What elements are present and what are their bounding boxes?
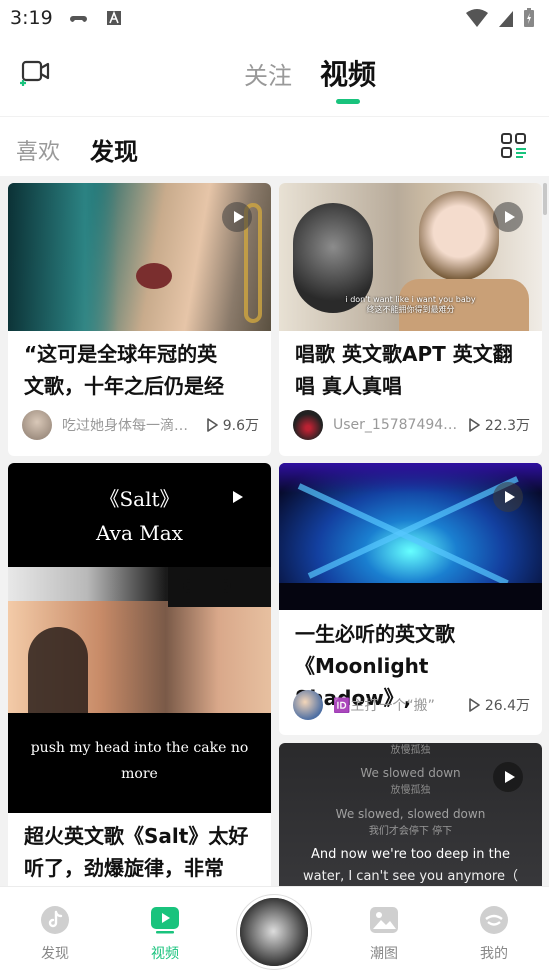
play-icon	[493, 762, 523, 792]
play-count-icon	[206, 418, 218, 432]
tab-follow[interactable]: 关注	[244, 56, 292, 91]
video-thumbnail[interactable]: 放慢孤独 We slowed down 放慢孤独 We slowed, slow…	[279, 743, 542, 886]
nav-video[interactable]: 视频	[135, 905, 195, 963]
tiktok-note-icon	[41, 906, 69, 934]
wifi-icon	[466, 9, 488, 27]
video-thumbnail[interactable]: 《Salt》 Ava Max push my head into the cak…	[8, 463, 271, 813]
lyric-line: water, I can't see you anymore（	[303, 869, 518, 884]
video-meta: 🆔主打一个“搬” 26.4万	[293, 689, 530, 721]
view-count-value: 26.4万	[484, 698, 530, 714]
subtab-like[interactable]: 喜欢	[16, 134, 60, 166]
nav-label: 视频	[151, 946, 179, 962]
lyric-line: 我们才会停下 停下	[368, 826, 453, 837]
avatar[interactable]	[293, 410, 323, 440]
nav-discover[interactable]: 发现	[25, 905, 85, 963]
top-header: 关注 视频	[0, 38, 549, 116]
profile-avatar-button[interactable]	[237, 895, 311, 969]
video-title-line: 唱 真人真唱	[295, 374, 402, 398]
grid-menu-icon[interactable]	[500, 132, 528, 160]
video-card[interactable]: 放慢孤独 We slowed down 放慢孤独 We slowed, slow…	[279, 743, 542, 886]
thumbnail-artist: Ava Max	[96, 521, 183, 545]
image-icon	[370, 907, 398, 933]
thumbnail-lyric: push my head into the cake no more	[30, 740, 249, 782]
lyric-line: 放慢孤独	[390, 745, 431, 756]
view-count-value: 9.6万	[222, 418, 259, 434]
author-name[interactable]: 吃过她身体每一滴…	[62, 415, 200, 435]
avatar[interactable]	[293, 690, 323, 720]
nav-label: 我的	[480, 946, 508, 962]
status-time: 3:19	[10, 7, 53, 29]
video-title-line: 一生必听的英文歌	[295, 622, 455, 646]
camera-add-icon[interactable]	[20, 58, 50, 86]
active-tab-indicator	[336, 99, 360, 104]
play-icon	[233, 491, 243, 503]
caption-en: i don't want like i want you baby	[345, 295, 476, 304]
subtab-discover[interactable]: 发现	[90, 132, 138, 167]
status-bar: 3:19	[0, 0, 549, 38]
view-count-value: 22.3万	[484, 418, 530, 434]
tab-video[interactable]: 视频	[320, 53, 376, 93]
video-meta: User_157874948… 22.3万	[293, 409, 530, 441]
video-thumbnail[interactable]	[8, 183, 271, 331]
play-icon	[493, 482, 523, 512]
scrollbar[interactable]	[543, 183, 547, 215]
play-icon	[222, 202, 252, 232]
author-name[interactable]: User_157874948…	[333, 417, 462, 433]
video-play-icon	[151, 907, 179, 934]
lyric-line: And now we're too deep in the	[311, 847, 510, 862]
video-title-line: 文歌，十年之后仍是经	[24, 374, 224, 398]
view-count: 26.4万	[468, 695, 530, 715]
video-title[interactable]: 超火英文歌《Salt》太好 听了，劲爆旋律，非常	[24, 820, 256, 884]
nav-trend-image[interactable]: 潮图	[354, 905, 414, 963]
video-title-line: 听了，劲爆旋律，非常	[24, 856, 224, 880]
view-count: 9.6万	[206, 415, 259, 435]
video-feed[interactable]: “这可是全球年冠的英 文歌，十年之后仍是经 吃过她身体每一滴… 9.6万 i d…	[0, 176, 549, 886]
caption-cn: 终这不能拥你得到最难分	[366, 305, 455, 314]
signal-icon	[499, 11, 513, 27]
video-card[interactable]: “这可是全球年冠的英 文歌，十年之后仍是经 吃过她身体每一滴… 9.6万	[8, 183, 271, 456]
nav-label: 发现	[41, 946, 69, 962]
video-caption: i don't want like i want you baby 终这不能拥你…	[279, 295, 542, 315]
avatar	[240, 898, 308, 966]
author-name[interactable]: 🆔主打一个“搬”	[333, 695, 462, 715]
video-card[interactable]: 一生必听的英文歌 《Moonlight Shadow》, 🆔主打一个“搬” 26…	[279, 463, 542, 735]
video-title-line: 唱歌 英文歌APT 英文翻	[295, 342, 513, 366]
video-card[interactable]: 《Salt》 Ava Max push my head into the cak…	[8, 463, 271, 886]
battery-icon	[524, 8, 534, 27]
video-title-line: “这可是全球年冠的英	[24, 342, 218, 366]
sub-tab-bar: 喜欢 发现	[0, 116, 549, 176]
video-thumbnail[interactable]	[279, 463, 542, 610]
play-count-icon	[469, 418, 480, 432]
profile-face-icon	[480, 906, 508, 934]
avatar[interactable]	[22, 410, 52, 440]
play-count-icon	[469, 698, 480, 712]
play-icon	[493, 202, 523, 232]
video-title[interactable]: 唱歌 英文歌APT 英文翻 唱 真人真唱	[295, 338, 527, 402]
video-title-line: 超火英文歌《Salt》太好	[24, 824, 249, 848]
video-card[interactable]: i don't want like i want you baby 终这不能拥你…	[279, 183, 542, 456]
bottom-navigation: 发现 视频 潮图 我的	[0, 886, 549, 977]
lyric-line: We slowed, slowed down	[335, 807, 486, 821]
nav-label: 潮图	[370, 946, 398, 962]
gamepad-icon	[70, 16, 87, 22]
video-thumbnail[interactable]: i don't want like i want you baby 终这不能拥你…	[279, 183, 542, 331]
view-count: 22.3万	[468, 415, 530, 435]
nav-me[interactable]: 我的	[464, 905, 524, 963]
video-meta: 吃过她身体每一滴… 9.6万	[22, 409, 259, 441]
text-a-icon	[107, 11, 121, 25]
video-title[interactable]: “这可是全球年冠的英 文歌，十年之后仍是经	[24, 338, 256, 402]
